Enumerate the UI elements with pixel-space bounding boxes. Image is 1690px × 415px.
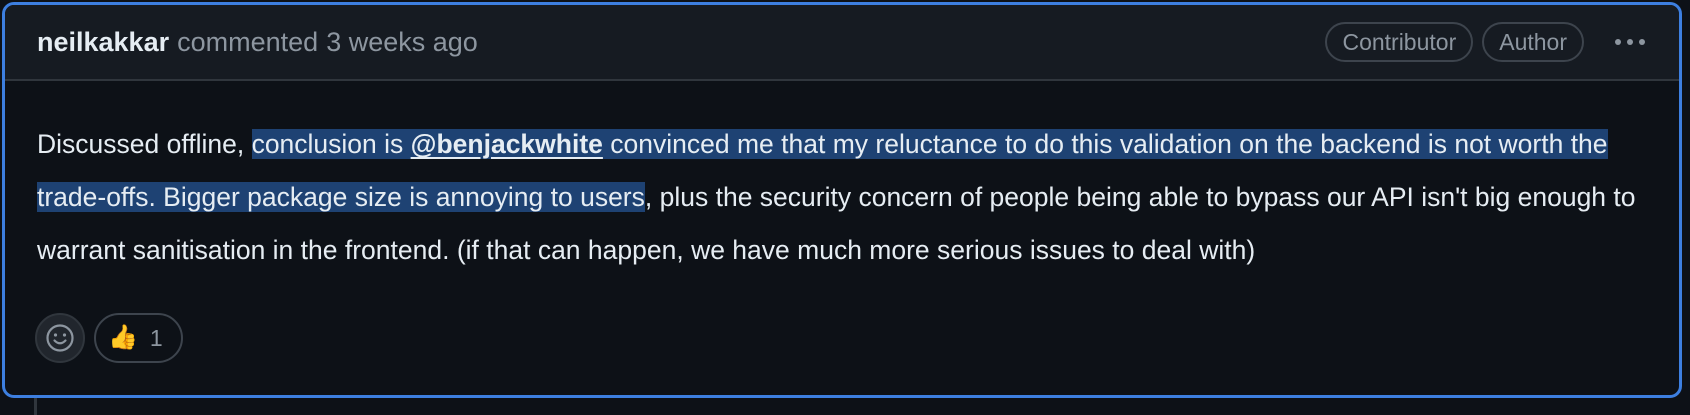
comment-body: Discussed offline, conclusion is @benjac… [37,118,1655,277]
comment-text: Discussed offline, conclusion is @benjac… [37,118,1655,277]
user-mention-link[interactable]: @benjackwhite [411,129,603,159]
comment-badges: Contributor Author [1325,5,1651,79]
reaction-count: 1 [149,324,163,351]
thumbs-up-icon: 👍 [108,324,138,351]
timeline-line [34,395,37,415]
add-reaction-button[interactable] [35,313,85,363]
comment-text-part: Discussed offline, [37,129,252,159]
comment-action: commented [177,26,319,57]
comment-author[interactable]: neilkakkar [37,27,169,58]
comment-timestamp[interactable]: 3 weeks ago [326,27,478,58]
kebab-dot [1639,39,1645,45]
comment-box: neilkakkar commented 3 weeks ago Contrib… [2,2,1682,398]
author-badge: Author [1482,22,1584,62]
comment-header: neilkakkar commented 3 weeks ago Contrib… [5,5,1679,81]
kebab-dot [1627,39,1633,45]
kebab-dot [1615,39,1621,45]
thumbs-up-reaction[interactable]: 👍 1 [94,313,183,363]
contributor-badge: Contributor [1325,22,1474,62]
reactions-bar: 👍 1 [35,313,183,363]
comment-text-part: conclusion is [251,129,411,159]
smiley-icon [46,324,74,352]
comment-options-button[interactable] [1609,31,1651,53]
